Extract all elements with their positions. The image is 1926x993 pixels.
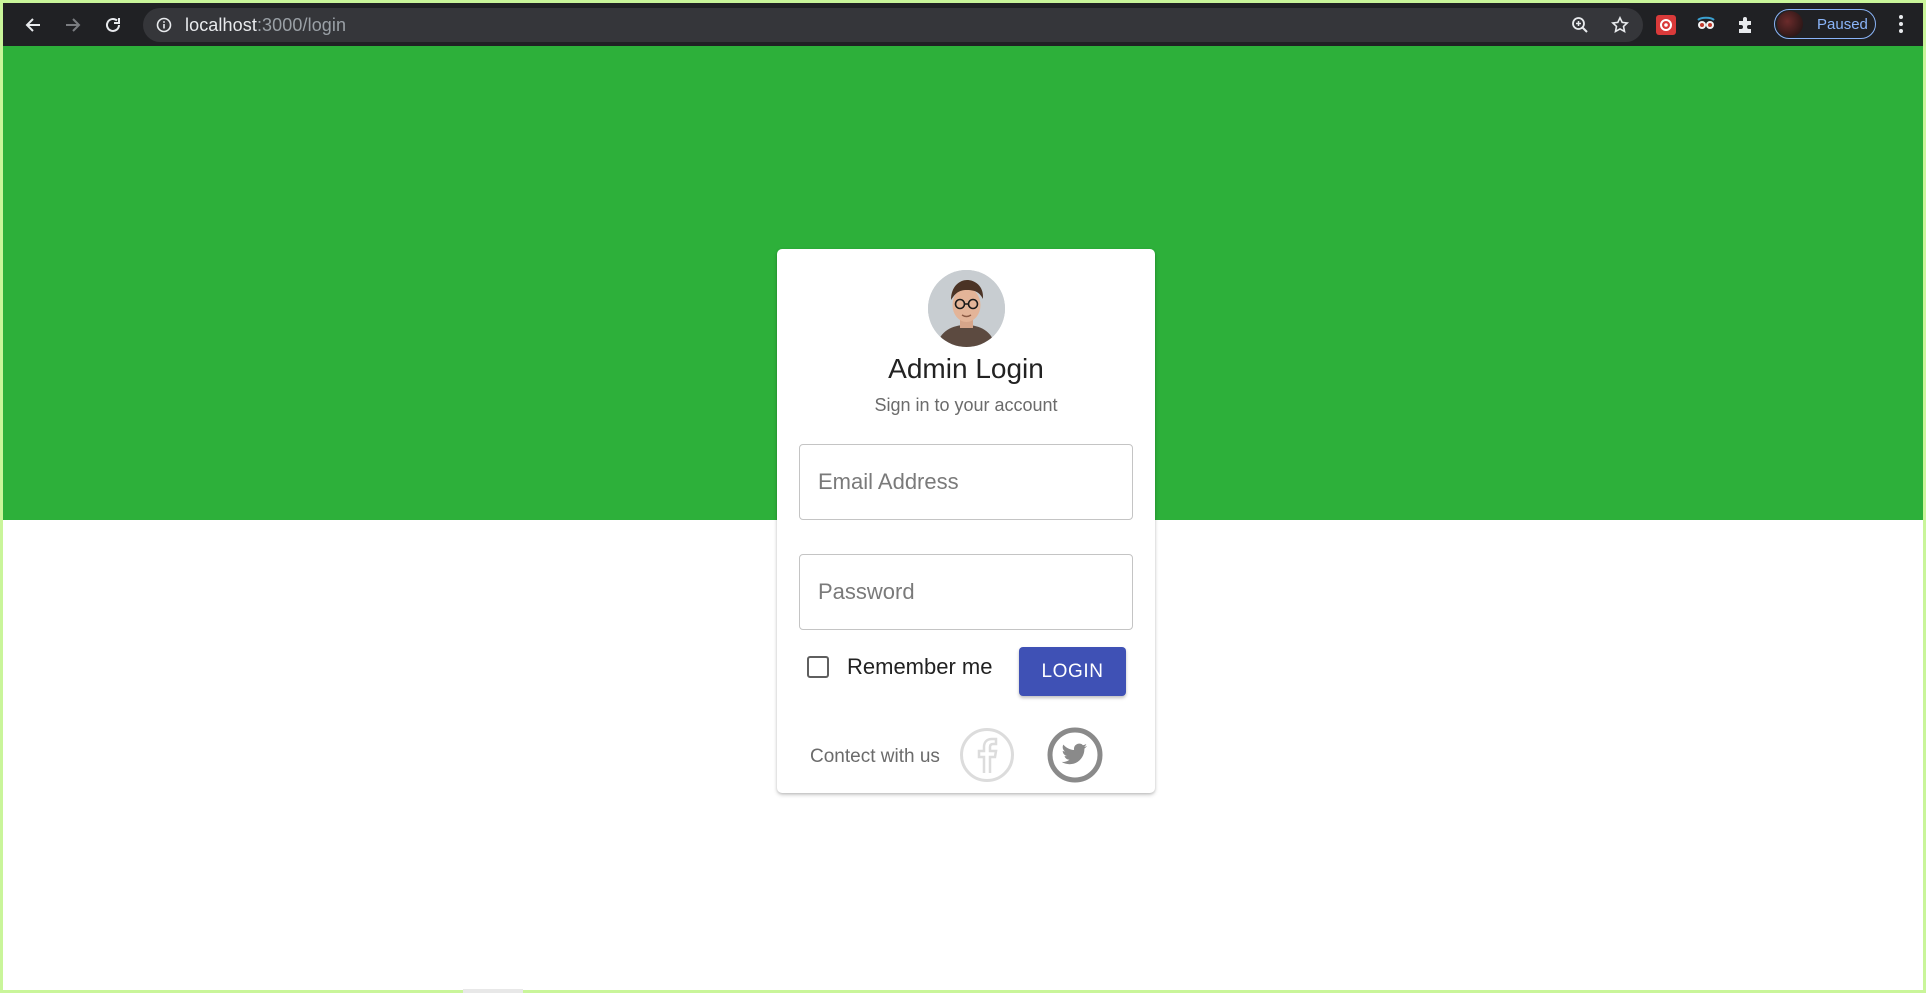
url-text: localhost:3000/login — [185, 15, 346, 36]
url-host: localhost — [185, 14, 257, 35]
login-button[interactable]: LOGIN — [1019, 647, 1126, 696]
url-path: :3000/login — [256, 14, 347, 35]
zoom-icon[interactable] — [1567, 12, 1593, 38]
admin-avatar — [928, 270, 1005, 347]
horizontal-scrollbar[interactable] — [463, 989, 523, 993]
extension-red-icon[interactable] — [1653, 12, 1679, 38]
back-arrow-icon — [25, 17, 40, 32]
password-field[interactable] — [799, 554, 1133, 630]
extension-eyes-icon[interactable] — [1693, 12, 1719, 38]
forward-button[interactable] — [53, 5, 93, 45]
login-card: Admin Login Sign in to your account Reme… — [777, 249, 1155, 793]
back-button[interactable] — [13, 5, 53, 45]
bookmark-star-icon[interactable] — [1607, 12, 1633, 38]
remember-me-checkbox[interactable]: Remember me — [807, 654, 992, 680]
address-bar[interactable]: localhost:3000/login — [143, 8, 1643, 42]
reload-button[interactable] — [93, 5, 133, 45]
twitter-link[interactable] — [1047, 727, 1103, 783]
facebook-icon — [960, 728, 1014, 782]
profile-avatar — [1777, 11, 1803, 37]
login-title: Admin Login — [888, 353, 1044, 384]
checkbox-box[interactable] — [807, 656, 829, 678]
facebook-link[interactable] — [959, 727, 1015, 783]
email-field[interactable] — [799, 444, 1133, 520]
site-info-icon[interactable] — [155, 16, 173, 34]
forward-arrow-icon — [66, 17, 81, 32]
contact-label: Contect with us — [810, 746, 940, 767]
reload-icon — [106, 17, 120, 32]
profile-button[interactable]: Paused — [1774, 9, 1876, 39]
remember-me-label: Remember me — [847, 654, 993, 679]
browser-toolbar: localhost:3000/login Paused — [3, 3, 1923, 46]
twitter-icon — [1047, 727, 1103, 783]
extensions-puzzle-icon[interactable] — [1733, 12, 1759, 38]
more-menu-icon[interactable] — [1888, 11, 1914, 37]
profile-status: Paused — [1817, 15, 1868, 33]
login-subtitle: Sign in to your account — [874, 395, 1058, 415]
